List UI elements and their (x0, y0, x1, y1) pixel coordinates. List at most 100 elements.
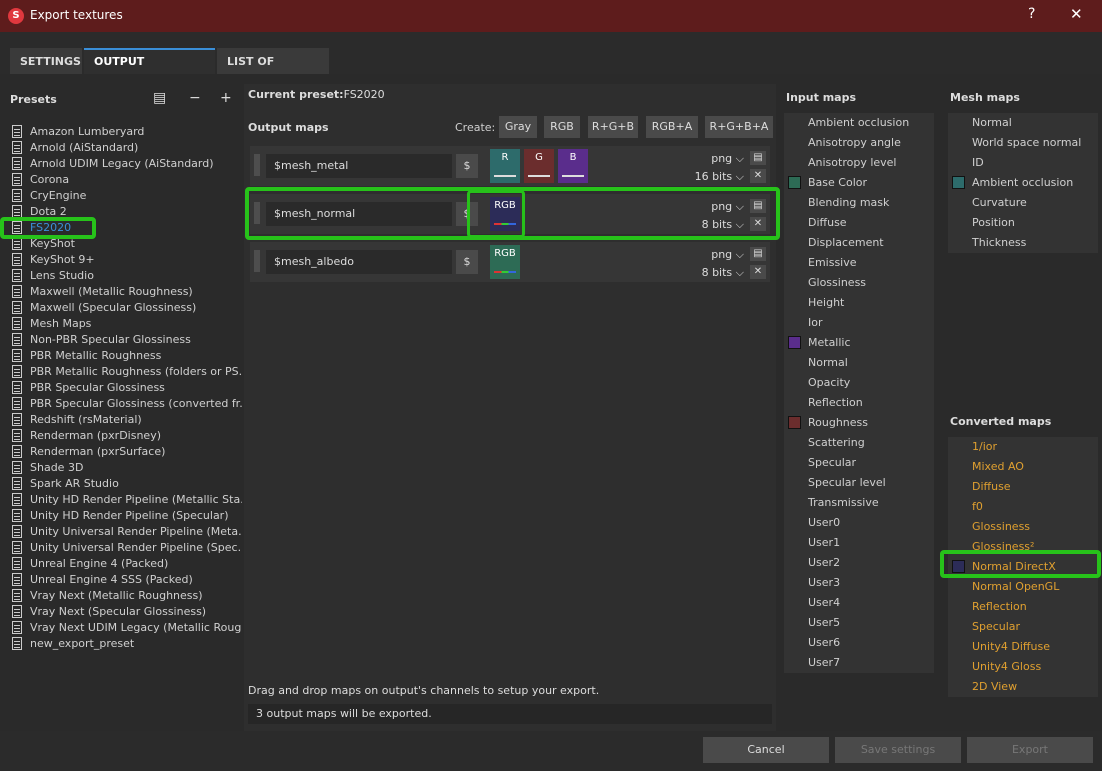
preset-item[interactable]: Maxwell (Metallic Roughness) (0, 284, 242, 300)
preset-item[interactable]: Vray Next UDIM Legacy (Metallic Roug... (0, 620, 242, 636)
preset-item[interactable]: Unreal Engine 4 (Packed) (0, 556, 242, 572)
map-item[interactable]: ID (948, 153, 1098, 173)
preset-item[interactable]: Lens Studio (0, 268, 242, 284)
bit-depth-dropdown[interactable]: 8 bits ⌵ (702, 266, 744, 280)
map-item[interactable]: Normal (784, 353, 934, 373)
cancel-button[interactable]: Cancel (703, 737, 829, 763)
preset-item[interactable]: Spark AR Studio (0, 476, 242, 492)
preset-item[interactable]: Non-PBR Specular Glossiness (0, 332, 242, 348)
copy-icon[interactable]: ▤ (750, 151, 766, 165)
tab-output-templates[interactable]: OUTPUT TEMPLATES (84, 48, 215, 92)
channel-slot[interactable]: G (524, 149, 554, 183)
map-item[interactable]: Specular (948, 617, 1098, 637)
preset-item[interactable]: Unity HD Render Pipeline (Specular) (0, 508, 242, 524)
preset-item[interactable]: Unreal Engine 4 SSS (Packed) (0, 572, 242, 588)
close-icon[interactable]: ✕ (1070, 5, 1083, 23)
map-item[interactable]: Emissive (784, 253, 934, 273)
map-item[interactable]: User3 (784, 573, 934, 593)
create-r-g-b-a-button[interactable]: R+G+B+A (705, 116, 773, 138)
close-icon[interactable]: ✕ (750, 265, 766, 279)
map-item[interactable]: Anisotropy level (784, 153, 934, 173)
map-item[interactable]: Transmissive (784, 493, 934, 513)
preset-item[interactable]: Mesh Maps (0, 316, 242, 332)
map-item[interactable]: 1/ior (948, 437, 1098, 457)
create-rgb-button[interactable]: RGB (544, 116, 580, 138)
map-item[interactable]: Position (948, 213, 1098, 233)
map-item[interactable]: User1 (784, 533, 934, 553)
preset-item[interactable]: PBR Specular Glossiness (0, 380, 242, 396)
map-item[interactable]: Ambient occlusion (948, 173, 1098, 193)
map-item[interactable]: Anisotropy angle (784, 133, 934, 153)
map-item[interactable]: User7 (784, 653, 934, 673)
preset-item[interactable]: Renderman (pxrSurface) (0, 444, 242, 460)
map-item[interactable]: Reflection (948, 597, 1098, 617)
map-item[interactable]: Reflection (784, 393, 934, 413)
output-map-name-input[interactable]: $mesh_metal (266, 154, 452, 178)
map-item[interactable]: Curvature (948, 193, 1098, 213)
map-item[interactable]: Scattering (784, 433, 934, 453)
map-item[interactable]: Normal OpenGL (948, 577, 1098, 597)
map-item[interactable]: Ior (784, 313, 934, 333)
preset-item[interactable]: Amazon Lumberyard (0, 124, 242, 140)
map-item[interactable]: Height (784, 293, 934, 313)
preset-item[interactable]: Arnold UDIM Legacy (AiStandard) (0, 156, 242, 172)
channel-slot[interactable]: RGB (490, 245, 520, 279)
preset-item[interactable]: PBR Metallic Roughness (0, 348, 242, 364)
map-item[interactable]: Glossiness (948, 517, 1098, 537)
map-item[interactable]: User2 (784, 553, 934, 573)
map-item[interactable]: Normal (948, 113, 1098, 133)
preset-item[interactable]: new_export_preset (0, 636, 242, 652)
tab-list-of-exports[interactable]: LIST OF EXPORTS (217, 48, 329, 96)
preset-item[interactable]: CryEngine (0, 188, 242, 204)
map-item[interactable]: Thickness (948, 233, 1098, 253)
preset-item[interactable]: Vray Next (Metallic Roughness) (0, 588, 242, 604)
output-map-name-input[interactable]: $mesh_albedo (266, 250, 452, 274)
remove-preset-icon[interactable]: − (189, 90, 201, 106)
map-item[interactable]: Specular level (784, 473, 934, 493)
map-item[interactable]: User0 (784, 513, 934, 533)
preset-item[interactable]: Shade 3D (0, 460, 242, 476)
preset-item[interactable]: Unity Universal Render Pipeline (Meta... (0, 524, 242, 540)
preset-item[interactable]: PBR Metallic Roughness (folders or PS... (0, 364, 242, 380)
map-item[interactable]: User5 (784, 613, 934, 633)
tab-settings[interactable]: SETTINGS (10, 48, 82, 74)
variable-button[interactable]: $ (456, 250, 478, 274)
preset-item[interactable]: KeyShot 9+ (0, 252, 242, 268)
preset-item[interactable]: Vray Next (Specular Glossiness) (0, 604, 242, 620)
export-button[interactable]: Export (967, 737, 1093, 763)
map-item[interactable]: Diffuse (784, 213, 934, 233)
help-icon[interactable]: ? (1028, 6, 1035, 22)
create-r-g-b-button[interactable]: R+G+B (588, 116, 638, 138)
map-item[interactable]: Metallic (784, 333, 934, 353)
map-item[interactable]: Unity4 Diffuse (948, 637, 1098, 657)
add-preset-icon[interactable]: + (220, 90, 232, 106)
map-item[interactable]: Opacity (784, 373, 934, 393)
channel-slot[interactable]: B (558, 149, 588, 183)
map-item[interactable]: World space normal (948, 133, 1098, 153)
format-dropdown[interactable]: png ⌵ (711, 248, 744, 262)
preset-item[interactable]: Unity Universal Render Pipeline (Spec... (0, 540, 242, 556)
preset-item[interactable]: Arnold (AiStandard) (0, 140, 242, 156)
variable-button[interactable]: $ (456, 154, 478, 178)
map-item[interactable]: Unity4 Gloss (948, 657, 1098, 677)
map-item[interactable]: Roughness (784, 413, 934, 433)
preset-item[interactable]: Unity HD Render Pipeline (Metallic Sta..… (0, 492, 242, 508)
close-icon[interactable]: ✕ (750, 169, 766, 183)
map-item[interactable]: Base Color (784, 173, 934, 193)
bit-depth-dropdown[interactable]: 16 bits ⌵ (695, 170, 744, 184)
create-gray-button[interactable]: Gray (499, 116, 537, 138)
map-item[interactable]: Diffuse (948, 477, 1098, 497)
map-item[interactable]: Glossiness (784, 273, 934, 293)
map-item[interactable]: Ambient occlusion (784, 113, 934, 133)
create-rgb-a-button[interactable]: RGB+A (646, 116, 698, 138)
save-settings-button[interactable]: Save settings (835, 737, 961, 763)
duplicate-preset-icon[interactable]: ▤ (153, 90, 166, 106)
map-item[interactable]: Blending mask (784, 193, 934, 213)
preset-item[interactable]: Redshift (rsMaterial) (0, 412, 242, 428)
preset-item[interactable]: Renderman (pxrDisney) (0, 428, 242, 444)
format-dropdown[interactable]: png ⌵ (711, 152, 744, 166)
map-item[interactable]: Specular (784, 453, 934, 473)
map-item[interactable]: User4 (784, 593, 934, 613)
channel-slot[interactable]: R (490, 149, 520, 183)
map-item[interactable]: User6 (784, 633, 934, 653)
